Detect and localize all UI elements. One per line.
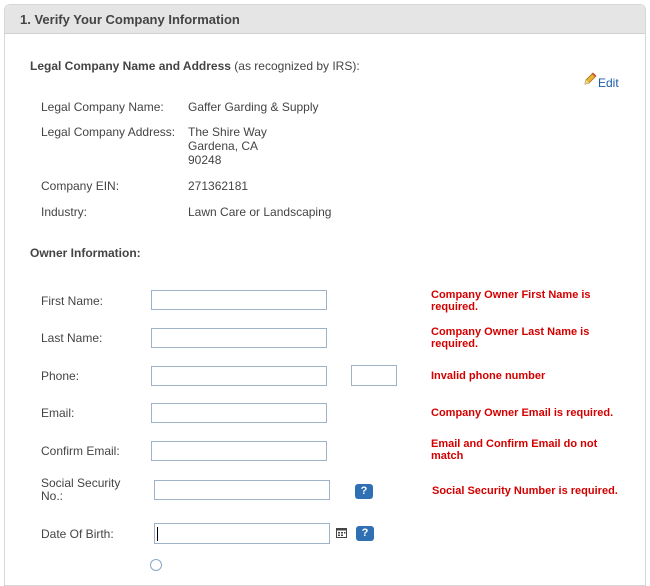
ssn-error: Social Security Number is required. — [432, 485, 618, 497]
legal-name-label: Legal Company Name: — [41, 100, 164, 114]
last-name-error: Company Owner Last Name is required. — [431, 326, 590, 350]
dob-label: Date Of Birth: — [41, 527, 114, 541]
phone-error: Invalid phone number — [431, 370, 546, 382]
panel-header: 1. Verify Your Company Information — [5, 5, 645, 34]
address-line-1: The Shire Way — [188, 125, 267, 139]
first-name-label: First Name: — [41, 294, 104, 308]
confirm-email-input[interactable] — [151, 441, 327, 461]
first-name-error: Company Owner First Name is required. — [431, 289, 591, 313]
legal-name-value: Gaffer Garding & Supply — [188, 100, 319, 114]
ein-value: 271362181 — [188, 179, 249, 193]
edit-label[interactable]: Edit — [598, 76, 619, 90]
ssn-label: Social Security No.: — [41, 477, 120, 503]
legal-heading-text: Legal Company Name and Address — [30, 59, 231, 73]
industry-value: Lawn Care or Landscaping — [188, 205, 332, 219]
legal-address-label: Legal Company Address: — [41, 125, 176, 139]
panel-title: 1. Verify Your Company Information — [20, 12, 240, 27]
last-name-label: Last Name: — [41, 331, 103, 345]
address-line-2: Gardena, CA — [188, 139, 259, 153]
ssn-help-icon[interactable]: ? — [355, 484, 373, 499]
legal-heading-note: (as recognized by IRS): — [234, 59, 360, 73]
industry-label: Industry: — [41, 205, 88, 219]
email-error: Company Owner Email is required. — [431, 407, 614, 419]
ssn-input[interactable] — [154, 480, 330, 500]
ein-label: Company EIN: — [41, 179, 120, 193]
radio-button-partial[interactable] — [150, 559, 162, 571]
edit-link[interactable]: Edit — [580, 72, 619, 90]
owner-section-heading: Owner Information: — [30, 246, 141, 260]
legal-address-value: The Shire Way Gardena, CA 90248 — [188, 125, 267, 167]
phone-label: Phone: — [41, 369, 80, 383]
confirm-email-error: Email and Confirm Email do not match — [431, 438, 598, 462]
email-label: Email: — [41, 406, 75, 420]
address-line-3: 90248 — [188, 153, 222, 167]
email-input[interactable] — [151, 403, 327, 423]
phone-extension-input[interactable] — [351, 365, 397, 386]
first-name-input[interactable] — [151, 290, 327, 310]
dob-help-icon[interactable]: ? — [356, 526, 374, 541]
last-name-input[interactable] — [151, 328, 327, 348]
dob-input[interactable] — [154, 523, 330, 544]
confirm-email-label: Confirm Email: — [41, 444, 120, 458]
phone-input[interactable] — [151, 366, 327, 386]
legal-section-heading: Legal Company Name and Address (as recog… — [30, 59, 360, 73]
pencil-icon — [584, 72, 597, 85]
ssn-label-line-2: No.: — [41, 489, 64, 503]
text-cursor — [157, 527, 158, 541]
calendar-icon[interactable] — [336, 528, 347, 538]
